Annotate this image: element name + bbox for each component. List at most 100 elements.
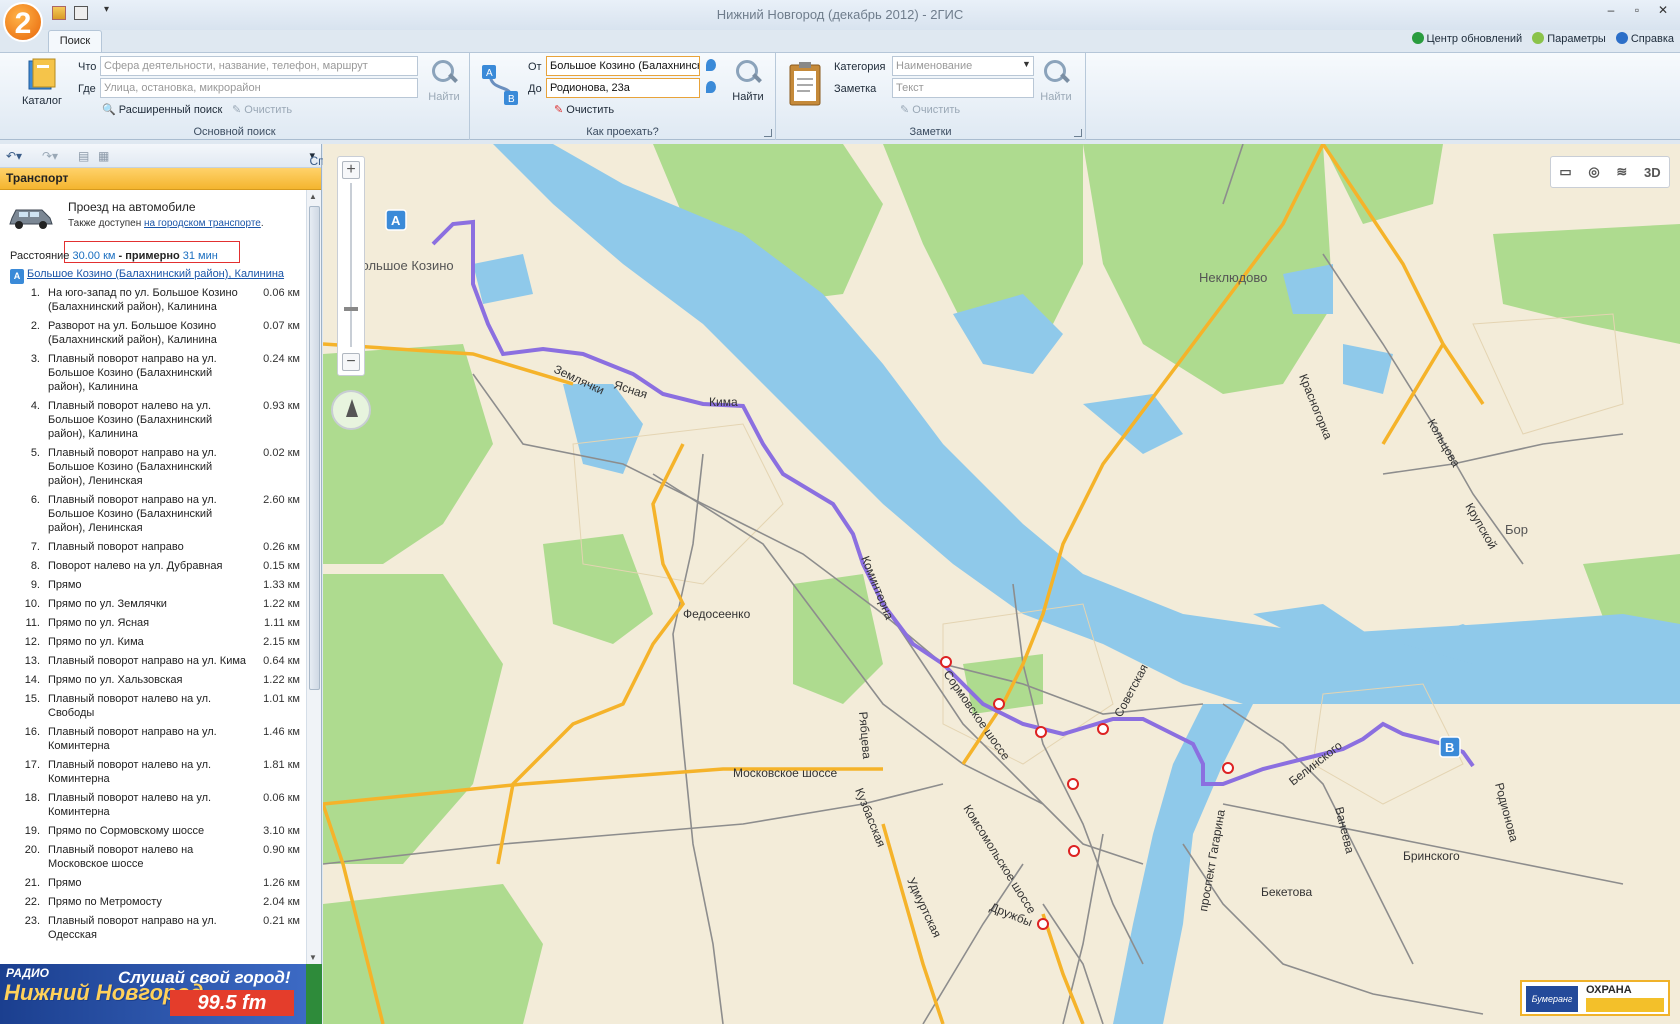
step-text: На юго-запад по ул. Большое Козино (Бала… [48,287,238,313]
route-step[interactable]: 12. Прямо по ул. Кима 2.15 км [0,635,306,649]
app-logo[interactable]: 2 [3,2,43,42]
public-transport-link[interactable]: на городском транспорте [144,218,261,229]
step-number: 2. [30,320,40,332]
step-distance: 1.33 км [263,579,300,591]
search-icon [733,57,763,87]
zoom-thumb[interactable] [344,307,358,311]
to-input[interactable]: Родионова, 23а [546,78,700,98]
clear-route-button[interactable]: ✎ Очистить [554,103,614,116]
route-step[interactable]: 7. Плавный поворот направо 0.26 км [0,540,306,554]
what-input[interactable]: Сфера деятельности, название, телефон, м… [100,56,418,76]
reference-dropdown[interactable]: Справочники ▾ [309,149,382,168]
where-input[interactable]: Улица, остановка, микрорайон [100,78,418,98]
route-step[interactable]: 4. Плавный поворот налево на ул. Большое … [0,399,306,441]
route-step[interactable]: 10. Прямо по ул. Землячки 1.22 км [0,597,306,611]
forward-icon[interactable]: ↷▾ [42,149,58,163]
find-route-button[interactable]: Найти [726,57,770,103]
notes-group-launcher[interactable] [1074,129,1082,137]
step-text: Плавный поворот направо на ул. Коминтерн… [48,726,217,752]
category-select[interactable]: Наименование [892,56,1034,76]
step-number: 22. [24,896,40,908]
find-main-button[interactable]: Найти [422,57,466,103]
back-icon[interactable]: ↶▾ [6,149,22,163]
scroll-thumb[interactable] [309,206,320,690]
layers-icon[interactable]: ≋ [1616,164,1627,180]
note-input[interactable]: Текст [892,78,1034,98]
catalog-button[interactable]: Каталог [14,57,70,107]
map-canvas[interactable]: A B Большое Козино Неклюдово Землячки Яс… [323,144,1680,1024]
step-text: Прямо по ул. Землячки [48,598,167,610]
route-step[interactable]: 16. Плавный поворот направо на ул. Коминт… [0,725,306,753]
copy-panel-icon[interactable]: ▦ [98,149,109,163]
route-group-launcher[interactable] [764,129,772,137]
scroll-down-icon[interactable]: ▼ [309,953,317,962]
tab-search[interactable]: Поиск [48,30,102,52]
distance-summary: Расстояние 30.00 км - примерно 31 мин [10,250,218,262]
step-distance: 1.26 км [263,877,300,889]
scroll-up-icon[interactable]: ▲ [309,192,317,201]
close-button[interactable]: ✕ [1652,3,1674,21]
updates-center-link[interactable]: Центр обновлений [1411,32,1522,45]
maximize-button[interactable]: ▫ [1626,3,1648,21]
eraser-icon: ✎ [554,104,564,116]
step-text: Плавный поворот налево на ул. Коминтерна [48,792,212,818]
route-step[interactable]: 15. Плавный поворот налево на ул. Свободы… [0,692,306,720]
route-step[interactable]: 21. Прямо 1.26 км [0,876,306,890]
route-marker-b[interactable]: B [1439,736,1461,758]
route-step[interactable]: 1. На юго-запад по ул. Большое Козино (Ба… [0,286,306,314]
label-bolshoe-kozino: Большое Козино [353,258,454,273]
print-panel-icon[interactable]: ▤ [78,149,89,163]
step-distance: 0.93 км [263,400,300,412]
route-step[interactable]: 20. Плавный поворот налево на Московское … [0,843,306,871]
route-step[interactable]: 11. Прямо по ул. Ясная 1.11 км [0,616,306,630]
notes-caption: Заметки [909,126,952,138]
route-step[interactable]: 3. Плавный поворот направо на ул. Большое… [0,352,306,394]
step-text: Плавный поворот налево на ул. Коминтерна [48,759,212,785]
route-step[interactable]: 18. Плавный поворот налево на ул. Коминте… [0,791,306,819]
parameters-link[interactable]: Параметры [1532,32,1606,45]
from-pick-icon[interactable] [706,59,716,71]
gear-icon [1532,32,1545,44]
panel-scrollbar[interactable]: ▲ ▼ [306,190,321,964]
ruler-icon[interactable]: ▭ [1559,164,1571,180]
route-step[interactable]: 8. Поворот налево на ул. Дубравная 0.15 км [0,559,306,573]
help-link[interactable]: Справка [1615,32,1674,45]
find-notes-button[interactable]: Найти [1034,57,1078,103]
route-step[interactable]: 19. Прямо по Сормовскому шоссе 3.10 км [0,824,306,838]
radio-banner[interactable]: РАДИО Нижний Новгород Слушай свой город!… [0,964,322,1024]
step-text: Прямо [48,579,82,591]
route-step[interactable]: 14. Прямо по ул. Хальзовская 1.22 км [0,673,306,687]
magnifier-small-icon: 🔍 [102,104,116,116]
view-3d-button[interactable]: 3D [1644,165,1661,180]
route-step[interactable]: 23. Плавный поворот направо на ул. Одесск… [0,914,306,942]
compass-icon[interactable] [331,390,371,430]
route-step[interactable]: 22. Прямо по Метромосту 2.04 км [0,895,306,909]
guard-ad[interactable]: Бумеранг ОХРАНА [1520,980,1670,1016]
route-step[interactable]: 13. Плавный поворот направо на ул. Кима 0.… [0,654,306,668]
advanced-search-button[interactable]: 🔍 Расширенный поиск [102,103,222,116]
map-view[interactable]: A B Большое Козино Неклюдово Землячки Яс… [323,144,1680,1024]
zoom-in-button[interactable]: + [342,161,360,179]
step-number: 19. [24,825,40,837]
from-input[interactable]: Большое Козино (Балахнинск [546,56,700,76]
route-list: Проезд на автомобиле Также доступен на г… [0,190,306,964]
step-text: Разворот на ул. Большое Козино (Балахнин… [48,320,217,346]
route-marker-a[interactable]: A [385,209,407,231]
to-pick-icon[interactable] [706,81,716,93]
step-text: Плавный поворот направо [48,541,184,553]
start-point-link[interactable]: A Большое Козино (Балахнинский район), Ка… [10,268,284,284]
route-step[interactable]: 2. Разворот на ул. Большое Козино (Балахн… [0,319,306,347]
locate-icon[interactable]: ◎ [1588,164,1599,180]
clear-notes-button[interactable]: ✎ Очистить [900,103,960,116]
route-step[interactable]: 9. Прямо 1.33 км [0,578,306,592]
clear-main-button[interactable]: ✎ Очистить [232,103,292,116]
minimize-button[interactable]: – [1600,3,1622,21]
zoom-out-button[interactable]: − [342,353,360,371]
step-distance: 1.81 км [263,759,300,771]
zoom-track[interactable] [350,183,352,347]
route-step[interactable]: 5. Плавный поворот направо на ул. Большое… [0,446,306,488]
route-step[interactable]: 17. Плавный поворот налево на ул. Коминте… [0,758,306,786]
from-label: От [528,61,542,73]
step-distance: 0.21 км [263,915,300,927]
route-step[interactable]: 6. Плавный поворот направо на ул. Большое… [0,493,306,535]
